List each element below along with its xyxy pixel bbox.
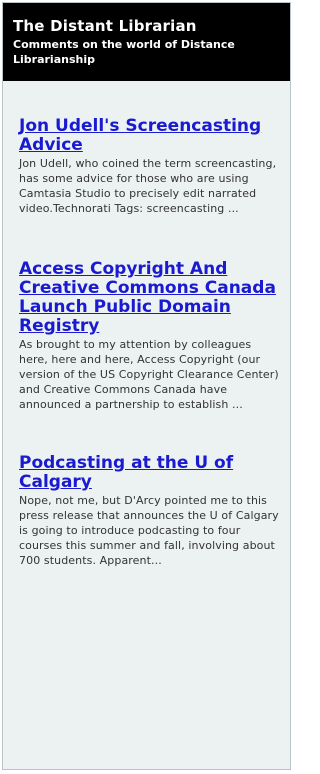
post-excerpt: Jon Udell, who coined the term screencas… [19, 157, 277, 215]
blog-description: Comments on the world of Distance Librar… [13, 38, 235, 66]
post-item: Access Copyright And Creative Commons Ca… [19, 260, 281, 412]
blog-title: The Distant Librarian [13, 17, 197, 35]
post-list: Jon Udell's Screencasting Advice Jon Ude… [3, 117, 290, 568]
post-title-link[interactable]: Podcasting at the U of Calgary [19, 454, 281, 492]
post-excerpt: As brought to my attention by colleagues… [19, 338, 279, 411]
post-item: Jon Udell's Screencasting Advice Jon Ude… [19, 117, 281, 216]
post-item: Podcasting at the U of Calgary Nope, not… [19, 454, 281, 568]
widget-header: The Distant Librarian Comments on the wo… [3, 3, 290, 81]
post-excerpt: Nope, not me, but D'Arcy pointed me to t… [19, 494, 279, 567]
feed-widget: The Distant Librarian Comments on the wo… [2, 2, 291, 770]
post-title-link[interactable]: Jon Udell's Screencasting Advice [19, 117, 281, 155]
post-title-link[interactable]: Access Copyright And Creative Commons Ca… [19, 260, 281, 336]
